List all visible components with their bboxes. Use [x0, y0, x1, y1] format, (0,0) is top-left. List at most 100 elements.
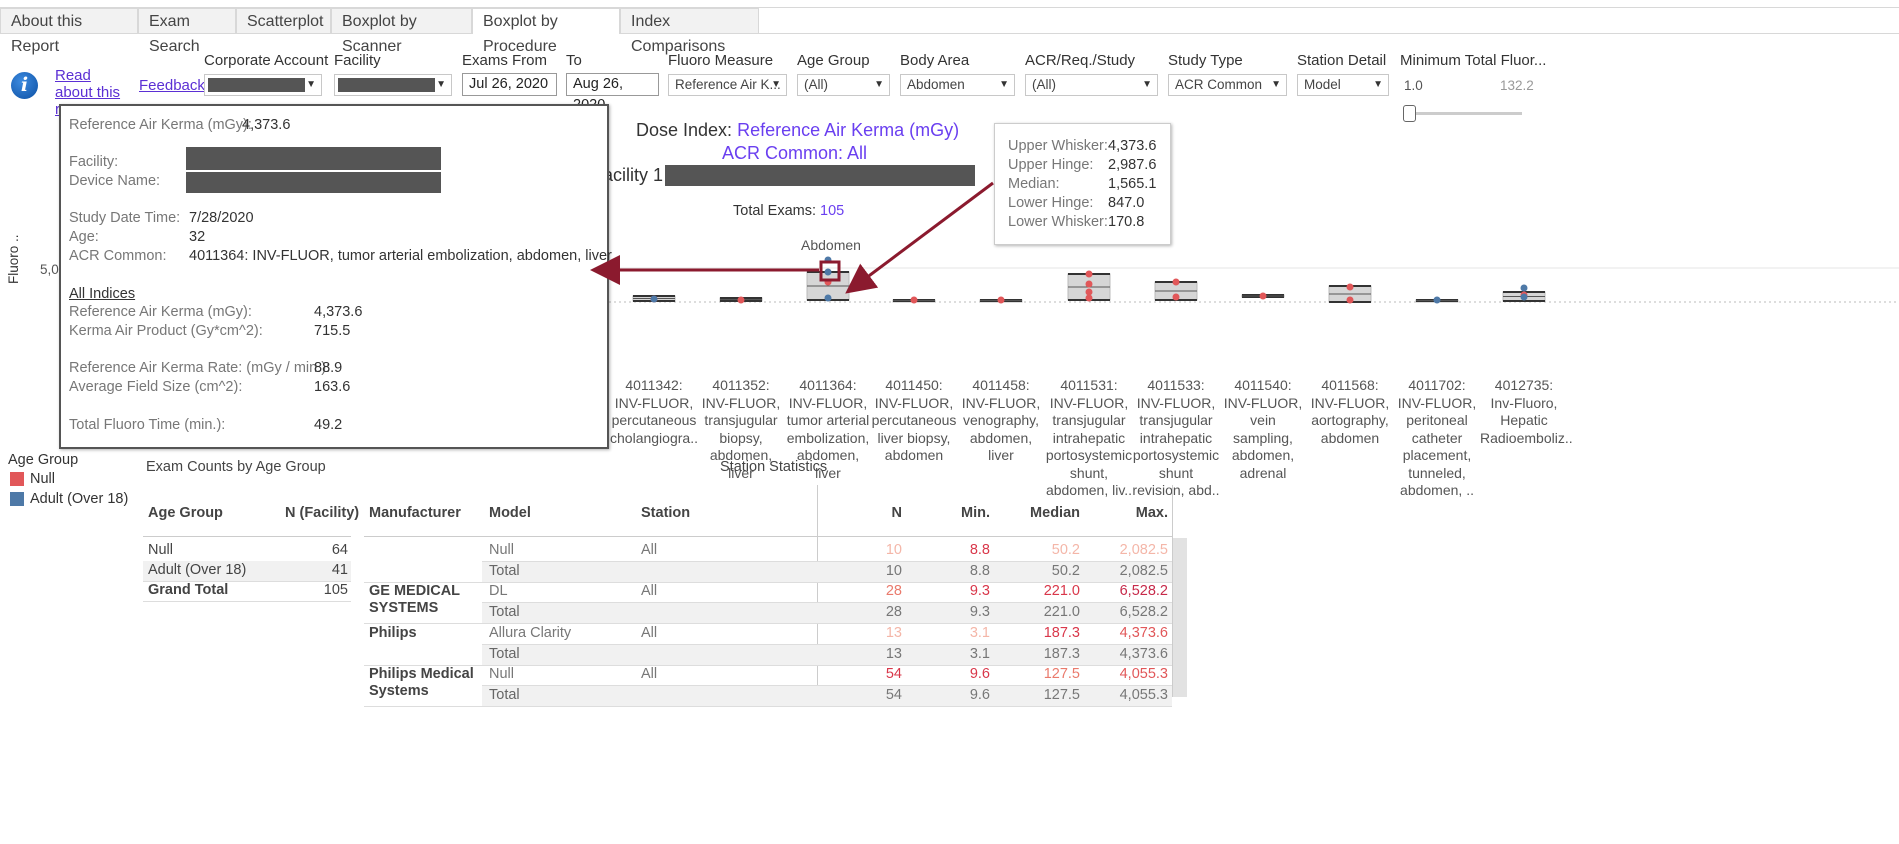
fluoro-measure-label: Fluoro Measure [668, 52, 774, 69]
facility-dropdown[interactable]: ▼ [334, 74, 452, 96]
data-point [1172, 293, 1180, 301]
category-code: 4011458: [972, 377, 1030, 393]
station-detail-dropdown[interactable]: Model ▼ [1297, 74, 1389, 96]
facility-label: Facility [334, 52, 381, 69]
tooltip-header-value: 4,373.6 [242, 117, 291, 133]
data-point [1346, 283, 1354, 291]
tooltip-device-label: Device Name: [69, 173, 161, 189]
legend-title: Age Group [8, 452, 79, 468]
body-area-dropdown[interactable]: Abdomen ▼ [900, 74, 1015, 96]
slider-max-value: 132.2 [1500, 78, 1534, 93]
boxplot-chart [609, 256, 1899, 304]
point-tooltip: Reference Air Kerma (mGy): 4,373.6 Facil… [59, 104, 612, 449]
to-label: To [566, 52, 582, 69]
index-value: 49.2 [314, 417, 343, 433]
feedback-link[interactable]: Feedback [139, 77, 205, 94]
model-cell: Total [489, 645, 520, 662]
category-code: 4011533: [1147, 377, 1205, 393]
category-label: 4011342: INV-FLUOR, percutaneous cholangi… [610, 377, 698, 447]
tooltip-age-value: 32 [189, 229, 206, 245]
data-point [997, 296, 1005, 304]
station-cell: All [641, 542, 658, 558]
stat-max-cell: 4,373.6 [1119, 645, 1168, 662]
slider-handle[interactable] [1403, 105, 1416, 122]
stat-median-cell: 187.3 [1043, 624, 1080, 641]
stat-median-cell: 50.2 [1051, 562, 1080, 579]
stat-median-cell: 187.3 [1043, 645, 1080, 662]
acr-req-study-dropdown[interactable]: (All) ▼ [1025, 74, 1158, 96]
stat-min-cell: 8.8 [969, 542, 990, 558]
area-label: Abdomen [801, 237, 861, 253]
to-input[interactable]: Aug 26, 2020 [566, 73, 659, 113]
corporate-account-dropdown[interactable]: ▼ [204, 74, 322, 96]
stat-min-cell: 9.6 [969, 666, 990, 683]
index-value: 163.6 [314, 379, 351, 395]
stat-median-cell: 50.2 [1051, 542, 1080, 558]
tab-about-this-report[interactable]: About this Report [0, 8, 138, 55]
box-stat-value: 4,373.6 [1108, 138, 1157, 154]
station-header-max: Max. [1135, 505, 1168, 521]
stat-n-cell: 10 [885, 542, 902, 558]
scrollbar[interactable] [1173, 538, 1187, 697]
station-detail-label: Station Detail [1297, 52, 1387, 69]
data-point [1520, 293, 1528, 301]
info-icon[interactable]: i [11, 72, 38, 99]
chart-subtitle: ACR Common: All [722, 143, 868, 163]
category-description: Inv-Fluoro, Hepatic Radioemboliz.. [1480, 394, 1573, 446]
tab-exam-search[interactable]: Exam Search [138, 8, 236, 55]
manufacturer-cell: Philips [369, 624, 417, 641]
data-point [824, 278, 832, 286]
slider-min-value: 1.0 [1404, 78, 1423, 93]
min-total-fluoro-label: Minimum Total Fluor... [1400, 52, 1547, 69]
age-count-cell: 64 [331, 542, 348, 558]
age-group-cell: Null [148, 542, 173, 558]
box-stat-value: 1,565.1 [1108, 176, 1157, 192]
category-label: 4011531: INV-FLUOR, transjugular intrahep… [1045, 377, 1133, 500]
data-point [910, 296, 918, 304]
exams-from-input[interactable]: Jul 26, 2020 [462, 73, 557, 96]
category-description: INV-FLUOR, percutaneous cholangiogra.. [610, 394, 698, 446]
station-header-n: N [891, 505, 902, 521]
tab-boxplot-by-scanner[interactable]: Boxplot by Scanner [331, 8, 472, 55]
tab-index-comparisons[interactable]: Index Comparisons [620, 8, 759, 55]
data-point [1172, 278, 1180, 286]
station-cell: All [641, 666, 658, 683]
station-header-median: Median [1030, 505, 1080, 521]
study-type-dropdown[interactable]: ACR Common ▼ [1168, 74, 1287, 96]
index-value: 88.9 [314, 360, 343, 376]
data-point [1085, 270, 1093, 278]
age-table-title: Exam Counts by Age Group [146, 459, 326, 475]
tab-boxplot-by-procedure[interactable]: Boxplot by Procedure [472, 8, 620, 55]
stat-median-cell: 127.5 [1043, 666, 1080, 683]
category-description: INV-FLUOR, transjugular intrahepatic por… [1132, 394, 1220, 499]
category-label: 4011450: INV-FLUOR, percutaneous liver bi… [870, 377, 958, 465]
age-group-dropdown[interactable]: (All) ▼ [797, 74, 890, 96]
fluoro-measure-dropdown[interactable]: Reference Air K... ▼ [668, 74, 787, 96]
index-label: Reference Air Kerma (mGy): [69, 304, 252, 320]
chart-title: Dose Index: Reference Air Kerma (mGy) [636, 120, 960, 140]
stat-max-cell: 4,055.3 [1119, 686, 1168, 703]
manufacturer-cell: Philips Medical Systems [369, 666, 474, 700]
category-code: 4011531: [1060, 377, 1118, 393]
slider-track[interactable] [1410, 112, 1522, 115]
stat-min-cell: 3.1 [969, 624, 990, 641]
box-stat-value: 2,987.6 [1108, 157, 1157, 173]
age-count-cell: 105 [323, 582, 348, 598]
chevron-down-icon: ▼ [771, 79, 781, 90]
category-code: 4011450: [885, 377, 943, 393]
model-cell: Total [489, 686, 520, 703]
box-stat-value: 170.8 [1108, 214, 1145, 230]
index-label: Total Fluoro Time (min.): [69, 417, 226, 433]
age-table-header-n: N (Facility) [285, 505, 360, 521]
data-point [1346, 296, 1354, 304]
data-point [824, 256, 832, 264]
stat-n-cell: 13 [885, 624, 902, 641]
y-axis-label: Fluoro .. [6, 234, 21, 284]
corporate-account-label: Corporate Account [204, 52, 329, 69]
tab-scatterplot[interactable]: Scatterplot [236, 8, 331, 33]
stat-max-cell: 2,082.5 [1119, 542, 1168, 558]
stat-median-cell: 221.0 [1043, 604, 1080, 621]
category-label: 4011458: INV-FLUOR, venography, abdomen, … [957, 377, 1045, 465]
index-label: Average Field Size (cm^2): [69, 379, 243, 395]
tooltip-age-label: Age: [69, 229, 99, 245]
